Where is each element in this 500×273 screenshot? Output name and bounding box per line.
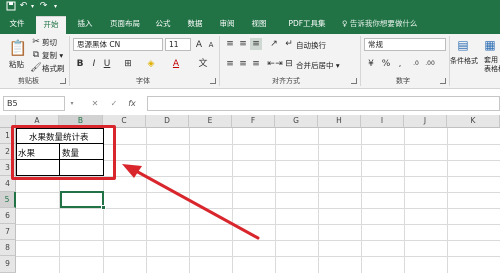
decrease-decimal-icon[interactable]: .00 bbox=[424, 58, 436, 70]
group-divider bbox=[219, 36, 220, 86]
redo-icon[interactable]: ↷ bbox=[38, 1, 49, 12]
format-painter-icon[interactable]: 🖌 bbox=[30, 62, 42, 74]
comma-style-icon[interactable]: , bbox=[394, 58, 406, 70]
table-format-button[interactable]: 套用 表格格式 bbox=[484, 56, 500, 74]
border-icon[interactable]: ⊞ bbox=[122, 58, 134, 70]
fill-color-icon[interactable]: ◈ bbox=[145, 58, 157, 70]
conditional-format-icon[interactable]: ▤ bbox=[455, 37, 471, 53]
wrap-text-icon[interactable]: ↵ bbox=[283, 38, 295, 50]
tab-view[interactable]: 视图 bbox=[246, 16, 272, 34]
align-bottom-icon[interactable]: ≡ bbox=[250, 38, 262, 50]
merge-center-button[interactable]: 合并后居中 ▾ bbox=[296, 60, 340, 71]
alignment-group-label: 对齐方式 bbox=[272, 77, 300, 85]
number-launcher-icon[interactable] bbox=[440, 78, 446, 84]
chevron-down-icon[interactable]: ▾ bbox=[27, 1, 38, 12]
annotation-arrow bbox=[122, 164, 260, 240]
tab-file[interactable]: 文件 bbox=[4, 16, 30, 34]
font-size-select[interactable]: 11 bbox=[165, 38, 191, 51]
merge-center-icon[interactable]: ⊟ bbox=[283, 58, 295, 70]
clipboard-group-label: 剪贴板 bbox=[18, 77, 39, 85]
increase-font-icon[interactable]: A bbox=[193, 39, 205, 51]
tab-data[interactable]: 数据 bbox=[182, 16, 208, 34]
align-top-icon[interactable]: ≡ bbox=[224, 38, 236, 50]
orientation-icon[interactable]: ↗ bbox=[268, 38, 280, 50]
align-middle-icon[interactable]: ≡ bbox=[237, 38, 249, 50]
customize-qat-icon[interactable]: ▾ bbox=[50, 1, 61, 12]
font-launcher-icon[interactable] bbox=[210, 78, 216, 84]
group-divider bbox=[360, 36, 361, 86]
worksheet[interactable]: A B C D E F G H I J K 1 2 3 4 5 6 7 8 9 … bbox=[0, 115, 500, 273]
italic-icon[interactable]: I bbox=[88, 58, 100, 70]
tab-pdf-tools[interactable]: PDF工具集 bbox=[280, 16, 334, 34]
number-group-label: 数字 bbox=[396, 77, 410, 85]
font-group-label: 字体 bbox=[136, 77, 150, 85]
cut-icon[interactable]: ✂ bbox=[30, 36, 42, 48]
tab-review[interactable]: 审阅 bbox=[214, 16, 240, 34]
decrease-font-icon[interactable]: A bbox=[205, 39, 217, 51]
increase-decimal-icon[interactable]: .0 bbox=[410, 58, 422, 70]
paste-button[interactable]: 粘贴 bbox=[9, 59, 24, 70]
wrap-text-button[interactable]: 自动换行 bbox=[296, 40, 326, 51]
save-icon[interactable] bbox=[5, 1, 16, 12]
copy-button[interactable]: 复制 ▾ bbox=[42, 50, 63, 61]
align-right-icon[interactable]: ≡ bbox=[250, 58, 262, 70]
ribbon-tabs: 文件 开始 插入 页面布局 公式 数据 审阅 视图 PDF工具集 ♀ 告诉我你想… bbox=[0, 14, 500, 34]
title-bar: ↶ ▾ ↷ ▾ bbox=[0, 0, 500, 14]
paste-icon[interactable]: 📋 bbox=[8, 38, 28, 58]
font-name-select[interactable]: 思源黑体 CN bbox=[73, 38, 163, 51]
alignment-launcher-icon[interactable] bbox=[351, 78, 357, 84]
underline-icon[interactable]: U bbox=[101, 58, 113, 70]
phonetic-icon[interactable]: 文 bbox=[197, 58, 209, 70]
ribbon-home: 📋 粘贴 ✂ 剪切 ⧉ 复制 ▾ 🖌 格式刷 剪贴板 思源黑体 CN 11 A … bbox=[0, 34, 500, 89]
bold-icon[interactable]: B bbox=[74, 58, 86, 70]
insert-function-button[interactable]: fx bbox=[126, 98, 138, 110]
currency-icon[interactable]: ¥ bbox=[365, 58, 377, 70]
number-format-select[interactable]: 常规 bbox=[364, 38, 446, 51]
format-painter-button[interactable]: 格式刷 bbox=[42, 63, 65, 74]
cut-button[interactable]: 剪切 bbox=[42, 37, 57, 48]
cancel-icon[interactable]: ✕ bbox=[89, 98, 101, 110]
name-box[interactable]: B5 bbox=[3, 96, 65, 111]
enter-icon[interactable]: ✓ bbox=[108, 98, 120, 110]
font-color-icon[interactable]: A bbox=[170, 58, 182, 70]
tab-insert[interactable]: 插入 bbox=[72, 16, 98, 34]
table-format-icon[interactable]: ▦ bbox=[482, 37, 498, 53]
formula-input[interactable] bbox=[147, 96, 500, 111]
copy-icon[interactable]: ⧉ bbox=[30, 49, 42, 61]
tell-me-search[interactable]: ♀ 告诉我你想要做什么 bbox=[342, 16, 417, 32]
tab-formulas[interactable]: 公式 bbox=[150, 16, 176, 34]
tab-home[interactable]: 开始 bbox=[36, 16, 66, 34]
align-left-icon[interactable]: ≡ bbox=[224, 58, 236, 70]
percent-icon[interactable]: % bbox=[380, 58, 392, 70]
formula-bar: B5 ▾ ✕ ✓ fx bbox=[0, 95, 500, 113]
group-divider bbox=[69, 36, 70, 86]
tab-page-layout[interactable]: 页面布局 bbox=[104, 16, 146, 34]
clipboard-launcher-icon[interactable] bbox=[60, 78, 66, 84]
conditional-format-button[interactable]: 条件格式 bbox=[450, 56, 478, 66]
align-center-icon[interactable]: ≡ bbox=[237, 58, 249, 70]
name-box-dropdown-icon[interactable]: ▾ bbox=[66, 98, 78, 110]
